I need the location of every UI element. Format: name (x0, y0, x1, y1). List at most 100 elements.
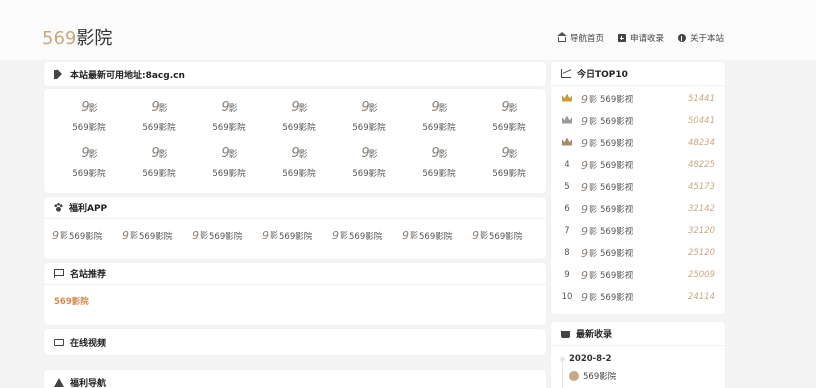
badge-kanji: 影 (589, 292, 597, 302)
badge-num: 9 (431, 146, 439, 161)
badge-num: 9 (151, 146, 159, 161)
badge-num: 9 (501, 100, 509, 115)
badge-num: 9 (581, 224, 588, 238)
badge-num: 9 (81, 100, 89, 115)
grid-item[interactable]: 9影 569影院 (124, 97, 194, 143)
top10-panel: 今日TOP10 9 影 569影视 51441 9 影 569影视 50441 9 影 569影视 4… (551, 62, 725, 314)
grid-item[interactable]: 9影 569影院 (124, 143, 194, 189)
rank-number: 5 (564, 182, 570, 192)
welfare-item[interactable]: 9 影 569影院 (332, 229, 402, 242)
panel-title: 在线视频 (70, 338, 107, 349)
grid-item[interactable]: 9影 569影院 (264, 143, 334, 189)
nav-home[interactable]: 导航首页 (556, 31, 604, 44)
location-arrow-icon (54, 377, 64, 387)
grid-item[interactable]: 9影 569影院 (54, 143, 124, 189)
rank-name-label: 569影视 (600, 293, 634, 303)
rank-row[interactable]: 9 影 569影视 48234 (559, 132, 725, 154)
site-badge-icon: 9影 (291, 143, 307, 163)
badge-num: 9 (581, 92, 588, 106)
badge-kanji: 影 (200, 231, 208, 240)
rank-row[interactable]: 10 9 影 569影视 24114 (559, 286, 725, 308)
welfare-item[interactable]: 9 影 569影院 (262, 229, 332, 242)
nav-apply[interactable]: 申请收录 (617, 32, 664, 44)
welfare-item-label: 569影院 (279, 231, 313, 242)
nav-about[interactable]: 关于本站 (677, 32, 724, 44)
rank-name: 9 影 569影视 (575, 181, 685, 194)
rank-name-label: 569影视 (600, 117, 634, 127)
badge-num: 9 (581, 202, 588, 216)
grid-item[interactable]: 9影 569影院 (404, 97, 474, 143)
rank-row[interactable]: 8 9 影 569影视 25120 (559, 242, 725, 264)
grid-item[interactable]: 9影 569影院 (334, 97, 404, 143)
recommend-link[interactable]: 569影院 (44, 285, 546, 307)
grid-item-label: 569影院 (422, 169, 456, 179)
welfare-item-label: 569影院 (69, 231, 103, 242)
badge-num: 9 (581, 246, 588, 260)
rank-row[interactable]: 6 9 影 569影视 32142 (559, 198, 725, 220)
badge-kanji: 影 (368, 150, 378, 160)
panel-title: 今日TOP10 (577, 70, 628, 80)
rank-count: 25120 (687, 248, 715, 258)
welfare-item-label: 569影院 (489, 231, 523, 242)
flag-icon (54, 269, 64, 278)
paw-icon (54, 203, 63, 212)
rank-name-label: 569影视 (600, 271, 634, 281)
bullhorn-icon (54, 68, 64, 79)
rank-row[interactable]: 5 9 影 569影视 45173 (559, 176, 725, 198)
welfare-item-label: 569影院 (349, 231, 383, 242)
site-badge-icon: 9影 (361, 97, 377, 117)
grid-item[interactable]: 9影 569影院 (474, 143, 544, 189)
panel-title: 名站推荐 (70, 270, 107, 280)
welfare-item[interactable]: 9 影 569影院 (192, 229, 262, 242)
grid-item[interactable]: 9影 569影院 (54, 97, 124, 143)
grid-item-label: 569影院 (492, 123, 526, 133)
rank-number: 7 (564, 226, 570, 236)
rank-row[interactable]: 9 9 影 569影视 25009 (559, 264, 725, 286)
badge-num: 9 (581, 114, 588, 128)
rank-name-label: 569影视 (600, 95, 634, 105)
grid-item-label: 569影院 (422, 123, 456, 133)
rank-name: 9 影 569影视 (575, 225, 685, 238)
welfare-item[interactable]: 9 影 569影院 (472, 229, 542, 242)
welfare-item-label: 569影院 (139, 231, 173, 242)
rank-name-label: 569影视 (600, 249, 634, 259)
badge-kanji: 影 (228, 104, 238, 114)
welfare-item[interactable]: 9 影 569影院 (52, 229, 122, 242)
welfare-item[interactable]: 9 影 569影院 (122, 229, 192, 242)
badge-kanji: 影 (589, 270, 597, 280)
timeline-item[interactable]: 569影院 (569, 370, 725, 382)
rank-count: 25009 (687, 270, 715, 280)
rank-row[interactable]: 9 影 569影视 51441 (559, 88, 725, 110)
grid-item[interactable]: 9影 569影院 (404, 143, 474, 189)
grid-item[interactable]: 9影 569影院 (194, 97, 264, 143)
badge-num: 9 (291, 146, 299, 161)
rank-row[interactable]: 4 9 影 569影视 48225 (559, 154, 725, 176)
welfare-item[interactable]: 9 影 569影院 (402, 229, 472, 242)
welfare-app-panel: 福利APP 9 影 569影院 9 影 569影院 9 影 569影院 9 影 569影院 9 影 569影… (44, 197, 546, 259)
rank-count: 32142 (687, 204, 715, 214)
grid-item[interactable]: 9影 569影院 (264, 97, 334, 143)
grid-item-label: 569影院 (352, 123, 386, 133)
rank-name: 9 影 569影视 (575, 93, 685, 106)
rank-row[interactable]: 9 影 569影视 50441 (559, 110, 725, 132)
rank-name-label: 569影视 (600, 227, 634, 237)
rank-name: 9 影 569影视 (575, 137, 685, 150)
badge-num: 9 (361, 100, 369, 115)
notice-text: 本站最新可用地址:8acg.cn (70, 70, 185, 81)
rank-number (559, 137, 575, 149)
site-badge-icon: 9影 (501, 97, 517, 117)
grid-item-label: 569影院 (212, 123, 246, 133)
grid-item[interactable]: 9影 569影院 (194, 143, 264, 189)
badge-num: 9 (581, 290, 588, 304)
site-logo[interactable]: 569影院 (42, 24, 112, 50)
site-badge-icon: 9影 (221, 143, 237, 163)
rank-name-label: 569影视 (600, 205, 634, 215)
info-circle-icon (677, 34, 686, 42)
grid-item-label: 569影院 (492, 169, 526, 179)
rank-row[interactable]: 7 9 影 569影视 32120 (559, 220, 725, 242)
site-header: 569影院 导航首页 申请收录 关于本站 (0, 0, 816, 60)
grid-item[interactable]: 9影 569影院 (334, 143, 404, 189)
grid-item[interactable]: 9影 569影院 (474, 97, 544, 143)
badge-num: 9 (431, 100, 439, 115)
grid-item-label: 569影院 (212, 169, 246, 179)
